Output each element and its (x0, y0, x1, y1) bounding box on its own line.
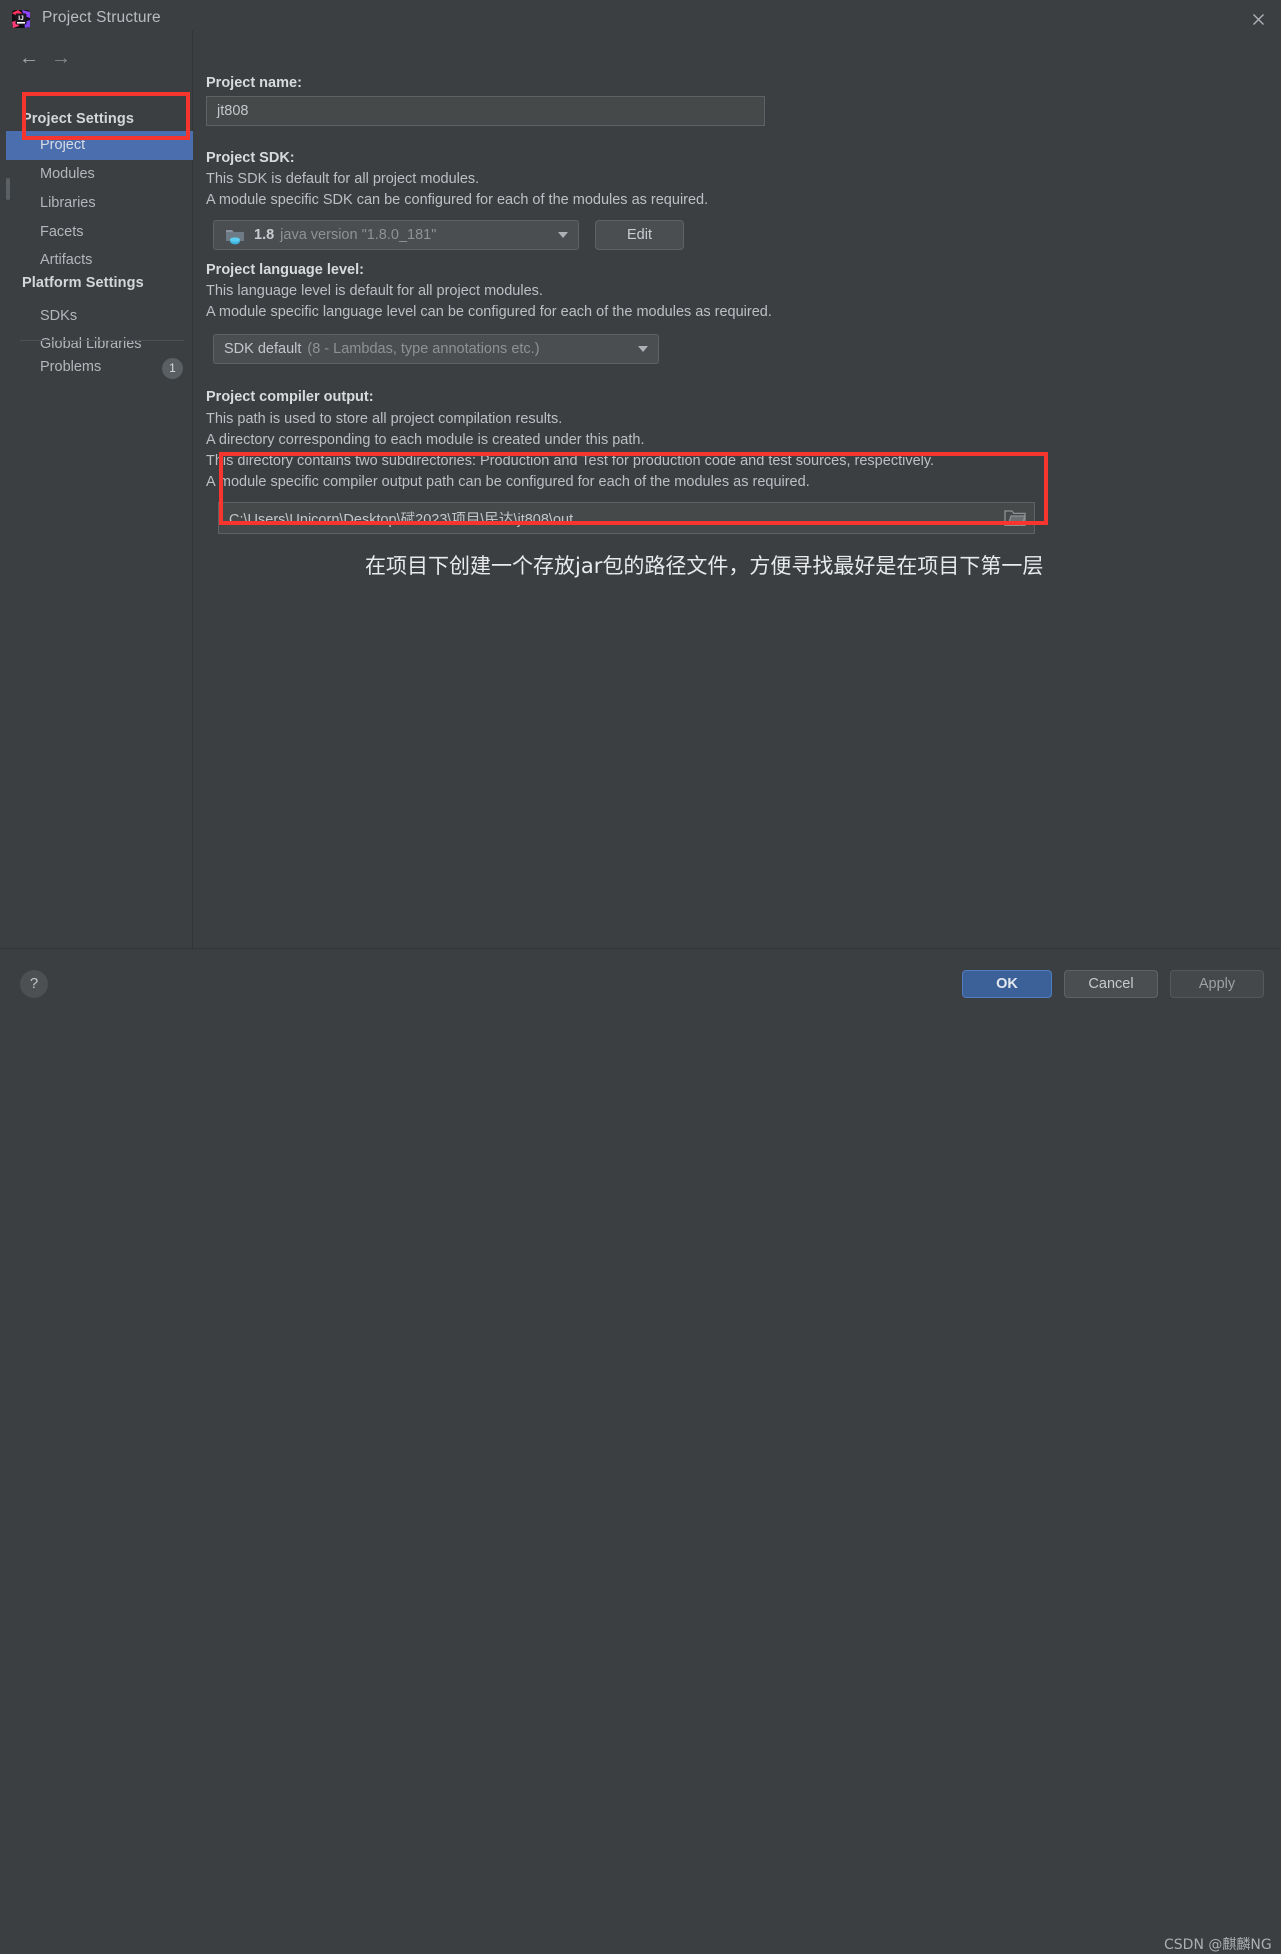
csdn-watermark: CSDN @麒麟NG (1164, 1937, 1272, 1953)
dialog-footer: ? OK Cancel Apply CSDN @麒麟NG (0, 948, 1281, 1953)
sidebar-item-facets[interactable]: Facets (14, 218, 192, 247)
project-name-value: jt808 (217, 103, 249, 119)
apply-button[interactable]: Apply (1170, 970, 1264, 998)
sidebar-item-label: Modules (40, 166, 95, 182)
compiler-output-desc-3: This directory contains two subdirectori… (206, 453, 935, 469)
compiler-output-path-value: C:\Users\Unicorn\Desktop\碔2023\项目\民达\jt8… (229, 511, 574, 528)
project-settings-panel: Project name: jt808 Project SDK: This SD… (193, 30, 1275, 948)
forward-arrow-icon[interactable]: → (48, 44, 74, 72)
sidebar-item-libraries[interactable]: Libraries (14, 189, 192, 218)
compiler-output-desc-2: A directory corresponding to each module… (206, 432, 645, 448)
project-sdk-desc-1: This SDK is default for all project modu… (206, 171, 480, 187)
sidebar-item-artifacts[interactable]: Artifacts (14, 246, 192, 275)
back-arrow-icon[interactable]: ← (16, 44, 42, 72)
apply-button-label: Apply (1198, 976, 1236, 992)
language-level-desc-2: A module specific language level can be … (206, 304, 772, 320)
help-button[interactable]: ? (20, 970, 48, 998)
java-sdk-folder-icon (225, 227, 244, 245)
project-sdk-version: 1.8 (254, 227, 275, 243)
sidebar-item-label: Libraries (40, 195, 96, 211)
intellij-idea-logo-icon: IJ (10, 8, 32, 30)
sidebar-item-modules[interactable]: Modules (14, 160, 192, 189)
group-header-platform-settings: Platform Settings (22, 275, 144, 291)
window-title: Project Structure (42, 9, 161, 26)
language-level-desc-1: This language level is default for all p… (206, 283, 543, 299)
problems-count-badge: 1 (162, 358, 183, 379)
project-sdk-combobox[interactable]: 1.8 java version "1.8.0_181" (213, 220, 579, 250)
sidebar-item-label: Global Libraries (40, 336, 142, 352)
ok-button-label: OK (996, 976, 1018, 992)
compiler-output-desc-4: A module specific compiler output path c… (206, 474, 810, 490)
edit-sdk-button[interactable]: Edit (595, 220, 684, 250)
project-sdk-desc-2: A module specific SDK can be configured … (206, 192, 709, 208)
sidebar-item-project[interactable]: Project (6, 131, 198, 160)
chevron-down-icon (558, 232, 568, 238)
project-name-label: Project name: (206, 75, 302, 91)
group-header-project-settings: Project Settings (22, 111, 134, 127)
annotation-note-text: 在项目下创建一个存放jar包的路径文件，方便寻找最好是在项目下第一层 (365, 554, 1044, 578)
project-name-input[interactable]: jt808 (206, 96, 765, 126)
settings-sidebar: ← → Project Settings Project Modules Lib… (6, 30, 198, 948)
language-level-detail: (8 - Lambdas, type annotations etc.) (307, 341, 540, 357)
project-structure-dialog: IJ Project Structure ← → Project Setting… (0, 0, 1281, 1953)
compiler-output-path-input[interactable]: C:\Users\Unicorn\Desktop\碔2023\项目\民达\jt8… (218, 502, 1035, 534)
project-sdk-label: Project SDK: (206, 150, 295, 166)
compiler-output-label: Project compiler output: (206, 389, 374, 405)
language-level-label: Project language level: (206, 262, 364, 278)
sidebar-scroll-indicator[interactable] (6, 178, 10, 200)
sidebar-item-sdks[interactable]: SDKs (14, 302, 192, 331)
sidebar-item-label: Artifacts (40, 252, 93, 268)
cancel-button-label: Cancel (1088, 976, 1134, 992)
navigation-arrows: ← → (12, 44, 182, 74)
sidebar-item-label: Project (40, 137, 86, 153)
ok-button[interactable]: OK (962, 970, 1052, 998)
cancel-button[interactable]: Cancel (1064, 970, 1158, 998)
sidebar-item-label: Problems (40, 359, 102, 375)
svg-text:IJ: IJ (18, 15, 24, 22)
sidebar-item-label: SDKs (40, 308, 78, 324)
project-sdk-detail: java version "1.8.0_181" (280, 227, 437, 243)
sidebar-divider (20, 340, 184, 341)
language-level-combobox[interactable]: SDK default (8 - Lambdas, type annotatio… (213, 334, 659, 364)
chevron-down-icon (638, 346, 648, 352)
compiler-output-desc-1: This path is used to store all project c… (206, 411, 563, 427)
sidebar-item-label: Facets (40, 224, 84, 240)
close-icon (1253, 13, 1264, 25)
edit-sdk-label: Edit (627, 227, 652, 243)
folder-browse-icon[interactable] (1004, 509, 1026, 527)
language-level-value: SDK default (224, 341, 302, 357)
